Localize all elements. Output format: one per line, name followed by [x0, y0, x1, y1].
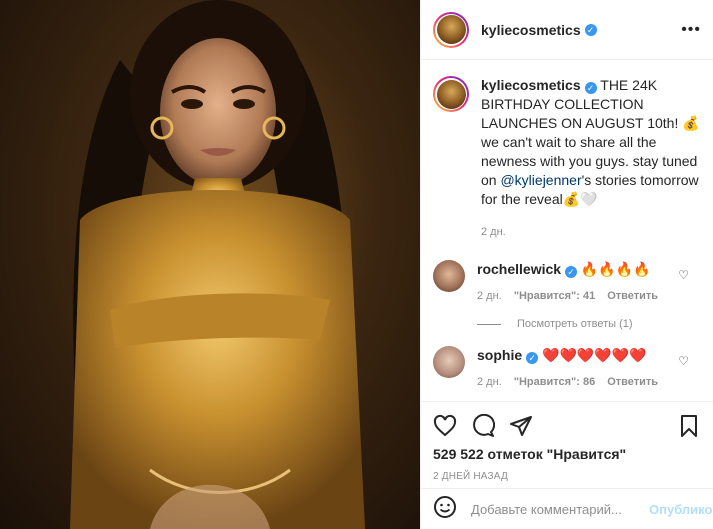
- comment-input[interactable]: [469, 500, 649, 518]
- share-icon[interactable]: [509, 414, 533, 438]
- likes-count[interactable]: 529 522 отметок "Нравится": [433, 446, 701, 462]
- comment-username[interactable]: rochellewick: [477, 261, 561, 277]
- comment-text: rochellewick ✓ 🔥🔥🔥🔥: [477, 260, 670, 279]
- avatar-image: [436, 79, 466, 109]
- comment-meta: 2 дн. "Нравится": 41 Ответить: [477, 287, 670, 306]
- comment-like-icon[interactable]: ♡: [678, 352, 689, 371]
- comment-time[interactable]: 2 дн.: [477, 376, 502, 388]
- post-date[interactable]: 2 дней назад: [433, 471, 701, 482]
- post-image[interactable]: [0, 0, 420, 529]
- comments-list[interactable]: kyliecosmetics ✓ THE 24K BIRTHDAY COLLECT…: [421, 60, 713, 401]
- caption-username[interactable]: kyliecosmetics: [481, 77, 581, 93]
- verified-badge-icon: ✓: [584, 82, 597, 94]
- mention-link[interactable]: @kyliejenner: [500, 172, 581, 188]
- caption-meta: 2 дн.: [481, 223, 701, 242]
- comment-time[interactable]: 2 дн.: [477, 290, 502, 302]
- comment-item: sophie ✓ ❤️❤️❤️❤️❤️❤️ 2 дн. "Нравится": 86…: [433, 346, 701, 392]
- caption-time[interactable]: 2 дн.: [481, 226, 506, 238]
- comment-content: ❤️❤️❤️❤️❤️❤️: [538, 347, 647, 363]
- verified-badge-icon: ✓: [584, 23, 597, 36]
- view-replies-button[interactable]: Посмотреть ответы (1): [477, 318, 701, 330]
- header-username[interactable]: kyliecosmetics: [481, 22, 581, 38]
- post: kyliecosmetics ✓ ••• kyliecosmetics ✓ THE…: [0, 0, 713, 529]
- comment-avatar[interactable]: [433, 260, 465, 292]
- profile-avatar[interactable]: [433, 11, 469, 48]
- comment-likes[interactable]: "Нравится": 86: [514, 376, 595, 388]
- gold-portrait-illustration: [70, 0, 365, 529]
- caption-avatar[interactable]: [433, 76, 469, 112]
- view-replies-label: Посмотреть ответы (1): [517, 318, 633, 330]
- post-sidebar: kyliecosmetics ✓ ••• kyliecosmetics ✓ THE…: [420, 0, 713, 529]
- action-icons: [433, 408, 701, 444]
- publish-button[interactable]: Опубликовать: [649, 502, 713, 517]
- more-options-icon[interactable]: •••: [681, 21, 701, 39]
- avatar-inner: [435, 13, 467, 46]
- smiley-icon[interactable]: [433, 495, 457, 524]
- verified-badge-icon: ✓: [565, 266, 578, 278]
- post-header: kyliecosmetics ✓ •••: [421, 0, 713, 60]
- heart-icon[interactable]: [433, 414, 457, 438]
- comment-text: sophie ✓ ❤️❤️❤️❤️❤️❤️: [477, 346, 670, 365]
- comment-item: rochellewick ✓ 🔥🔥🔥🔥 2 дн. "Нравится": 41 От…: [433, 260, 701, 306]
- comment-content: 🔥🔥🔥🔥: [577, 261, 651, 277]
- avatar-image: [436, 15, 466, 44]
- comment-composer: Опубликовать: [421, 488, 713, 529]
- comment-like-icon[interactable]: ♡: [678, 266, 689, 285]
- bookmark-icon[interactable]: [677, 414, 701, 438]
- comment-likes[interactable]: "Нравится": 41: [514, 290, 595, 302]
- comment-meta: 2 дн. "Нравится": 86 Ответить: [477, 373, 670, 392]
- comment-avatar[interactable]: [433, 346, 465, 378]
- comment-body: rochellewick ✓ 🔥🔥🔥🔥 2 дн. "Нравится": 41 От…: [477, 260, 670, 306]
- replies-line: [477, 323, 501, 325]
- post-actions: 529 522 отметок "Нравится" 2 дней назад: [421, 401, 713, 482]
- reply-button[interactable]: Ответить: [607, 376, 658, 388]
- comment-icon[interactable]: [471, 414, 495, 438]
- comment-username[interactable]: sophie: [477, 347, 522, 363]
- caption-text: kyliecosmetics ✓ THE 24K BIRTHDAY COLLECT…: [481, 76, 701, 209]
- caption-body: kyliecosmetics ✓ THE 24K BIRTHDAY COLLECT…: [481, 76, 701, 242]
- caption: kyliecosmetics ✓ THE 24K BIRTHDAY COLLECT…: [433, 76, 701, 242]
- verified-badge-icon: ✓: [526, 352, 539, 364]
- reply-button[interactable]: Ответить: [607, 290, 658, 302]
- comment-body: sophie ✓ ❤️❤️❤️❤️❤️❤️ 2 дн. "Нравится": 86…: [477, 346, 670, 392]
- avatar-inner: [435, 78, 467, 110]
